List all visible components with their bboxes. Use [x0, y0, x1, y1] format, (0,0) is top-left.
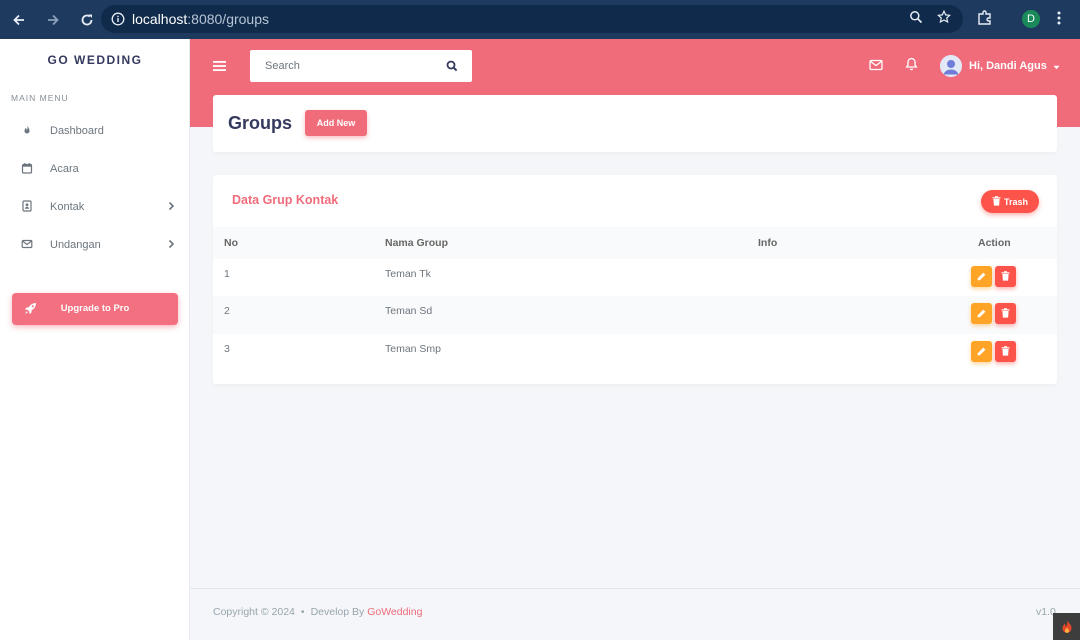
user-greeting: Hi, Dandi Agus — [969, 60, 1047, 72]
footer-copyright: Copyright © 2024 • Develop By GoWedding — [213, 606, 422, 618]
edit-button[interactable] — [971, 266, 992, 287]
cell-no: 2 — [224, 305, 230, 317]
cell-no: 3 — [224, 343, 230, 355]
develop-by-text: Develop By — [310, 606, 365, 618]
sidebar-item-kontak[interactable]: Kontak — [0, 191, 190, 223]
codeigniter-debug-toolbar-icon[interactable] — [1053, 613, 1080, 640]
url-path: :8080/groups — [187, 11, 269, 27]
search-icon[interactable] — [446, 59, 460, 73]
bookmark-star-icon[interactable] — [936, 9, 952, 29]
footer: Copyright © 2024 • Develop By GoWedding v1… — [190, 588, 1080, 640]
calendar-icon — [21, 162, 33, 174]
contact-book-icon — [21, 200, 33, 212]
add-new-button[interactable]: Add New — [305, 110, 367, 136]
delete-button[interactable] — [995, 266, 1016, 287]
developer-link[interactable]: GoWedding — [367, 606, 422, 618]
trash-icon — [992, 195, 1001, 208]
copyright-text: Copyright © 2024 — [213, 606, 295, 618]
caret-down-icon — [1053, 57, 1060, 75]
fire-icon — [21, 124, 33, 136]
cell-nama-group: Teman Smp — [385, 343, 442, 355]
url-host: localhost — [132, 11, 188, 27]
table-row: 2 Teman Sd — [213, 296, 1057, 334]
profile-avatar[interactable]: D — [1022, 10, 1040, 28]
trash-icon — [1001, 268, 1010, 286]
footer-separator: • — [300, 606, 305, 618]
delete-button[interactable] — [995, 341, 1016, 362]
reload-icon[interactable] — [72, 5, 102, 35]
notification-bell-icon[interactable] — [905, 57, 918, 76]
column-header-no: No — [224, 237, 238, 249]
table-header: No Nama Group Info Action — [213, 227, 1057, 259]
address-bar[interactable]: localhost:8080/groups — [101, 5, 963, 33]
column-header-nama-group: Nama Group — [385, 237, 449, 249]
chevron-right-icon — [166, 239, 176, 249]
data-grup-kontak-card: Data Grup Kontak Trash No Nama Group Inf… — [213, 175, 1057, 384]
forward-icon[interactable] — [38, 5, 68, 35]
search-input[interactable] — [250, 50, 440, 82]
trash-icon — [1001, 343, 1010, 361]
sidebar-item-label: Dashboard — [50, 125, 104, 137]
delete-button[interactable] — [995, 303, 1016, 324]
card-title: Data Grup Kontak — [232, 193, 339, 207]
cell-no: 1 — [224, 268, 230, 280]
column-header-info: Info — [758, 237, 778, 249]
search-form — [250, 50, 472, 82]
section-header: Groups Add New — [213, 95, 1057, 152]
brand-logo-text[interactable]: GO WEDDING — [0, 53, 190, 67]
messages-envelope-icon[interactable] — [869, 58, 883, 76]
sidebar-item-label: Kontak — [50, 201, 85, 213]
upgrade-to-pro-button[interactable]: Upgrade to Pro — [12, 293, 178, 325]
edit-button[interactable] — [971, 341, 992, 362]
browser-menu-icon[interactable] — [1056, 10, 1062, 31]
envelope-icon — [21, 238, 33, 250]
trash-button[interactable]: Trash — [981, 190, 1039, 213]
cell-nama-group: Teman Tk — [385, 268, 431, 280]
pencil-icon — [977, 343, 986, 361]
pencil-icon — [977, 268, 986, 286]
hamburger-menu-icon[interactable] — [213, 59, 226, 77]
sidebar: GO WEDDING MAIN MENU Dashboard Acara Kon… — [0, 39, 190, 640]
avatar — [940, 55, 962, 77]
table-row: 1 Teman Tk — [213, 259, 1057, 297]
upgrade-label: Upgrade to Pro — [60, 303, 130, 314]
menu-header: MAIN MENU — [11, 93, 69, 103]
column-header-action: Action — [978, 237, 1011, 249]
cell-nama-group: Teman Sd — [385, 305, 433, 317]
site-info-icon[interactable] — [110, 11, 126, 27]
page-title: Groups — [228, 113, 293, 133]
sidebar-item-dashboard[interactable]: Dashboard — [0, 115, 190, 147]
table-row: 3 Teman Smp — [213, 334, 1057, 372]
user-dropdown[interactable]: Hi, Dandi Agus — [940, 55, 1060, 77]
trash-label: Trash — [1003, 196, 1028, 207]
trash-icon — [1001, 305, 1010, 323]
sidebar-item-label: Acara — [50, 163, 79, 175]
pencil-icon — [977, 305, 986, 323]
browser-toolbar: localhost:8080/groups D — [0, 0, 1080, 39]
chevron-right-icon — [166, 201, 176, 211]
extensions-icon[interactable] — [976, 9, 994, 32]
edit-button[interactable] — [971, 303, 992, 324]
back-icon[interactable] — [4, 5, 34, 35]
zoom-icon[interactable] — [909, 10, 923, 29]
sidebar-item-acara[interactable]: Acara — [0, 153, 190, 185]
sidebar-item-undangan[interactable]: Undangan — [0, 229, 190, 261]
sidebar-item-label: Undangan — [50, 239, 101, 251]
url-text: localhost:8080/groups — [132, 11, 269, 27]
